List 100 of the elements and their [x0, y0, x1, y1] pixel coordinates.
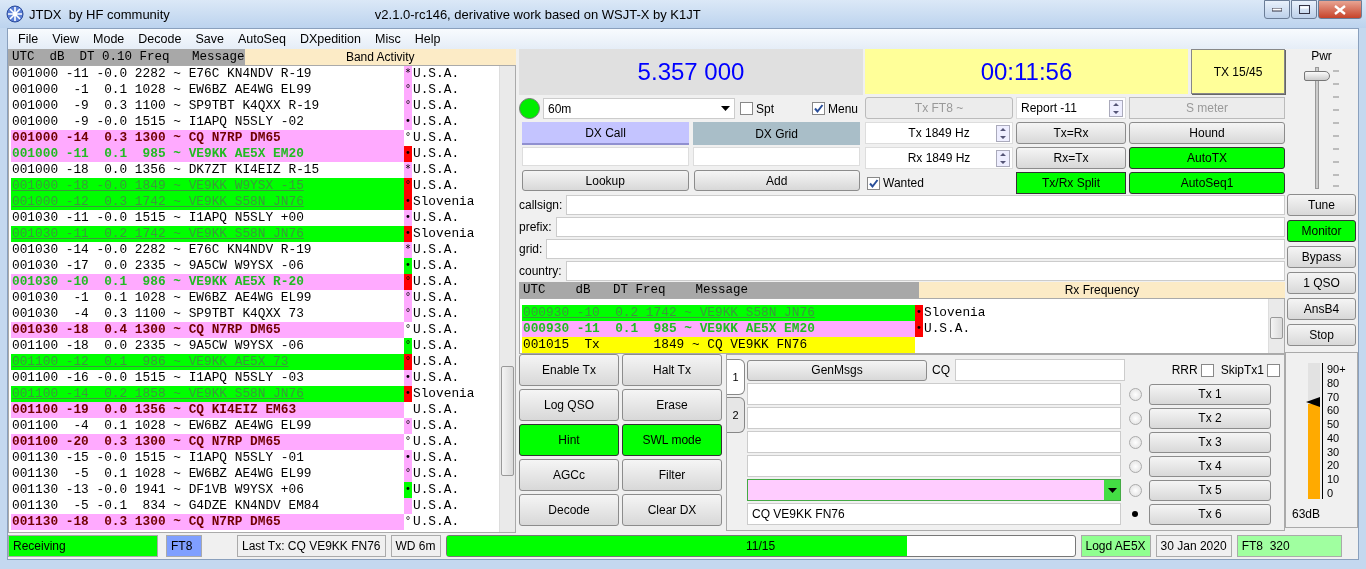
lookup-button[interactable]: Lookup	[522, 170, 689, 191]
marker: •	[404, 482, 412, 498]
tx-frequency-spin-box[interactable]: Tx 1849 Hz	[865, 122, 1013, 144]
decode-line[interactable]: 001100 -4 0.1 1028 ~ EW6BZ AE4WG EL99	[11, 418, 404, 434]
tx-button[interactable]: Tx 2	[1149, 407, 1271, 429]
scrollbar[interactable]	[499, 66, 515, 532]
side-button[interactable]: Stop	[1287, 324, 1356, 346]
menu-item[interactable]: Decode	[131, 30, 189, 48]
control-button[interactable]: AutoTX	[1129, 147, 1285, 169]
menu-item[interactable]: View	[45, 30, 87, 48]
side-button[interactable]: Tune	[1287, 194, 1356, 216]
decode-line[interactable]: 001000 -18 0.0 1356 ~ DK7ZT KI4EIZ R-15	[11, 162, 404, 178]
action-button[interactable]: Decode	[519, 494, 619, 526]
close-button[interactable]	[1318, 0, 1362, 19]
country-name: U.S.A.	[412, 498, 460, 514]
spin-arrows-icon[interactable]	[1109, 100, 1123, 117]
tx-button[interactable]: Tx 3	[1149, 431, 1271, 453]
action-button[interactable]: AGCc	[519, 459, 619, 491]
lookup-field[interactable]	[565, 261, 1285, 281]
tx-button[interactable]: Tx 5	[1149, 479, 1271, 501]
checkbox[interactable]	[1267, 363, 1280, 377]
action-button[interactable]: Log QSO	[519, 389, 619, 421]
side-button[interactable]: Bypass	[1287, 246, 1356, 268]
menu-item[interactable]: Misc	[368, 30, 408, 48]
decode-line[interactable]: 001000 -9 0.3 1100 ~ SP9TBT K4QXX R-19	[11, 98, 404, 114]
power-slider[interactable]	[1303, 67, 1331, 189]
slider-label: Pwr	[1311, 49, 1332, 63]
decode-line[interactable]: 001030 -1 0.1 1028 ~ EW6BZ AE4WG EL99	[11, 290, 404, 306]
decode-line[interactable]: 001030 -17 0.0 2335 ~ 9A5CW W9YSX -06	[11, 258, 404, 274]
band-select[interactable]: 60m	[543, 98, 735, 119]
lookup-field[interactable]	[546, 239, 1285, 259]
action-button[interactable]: SWL mode	[622, 424, 722, 456]
side-button[interactable]: 1 QSO	[1287, 272, 1356, 294]
decode-line[interactable]: 001130 -13 -0.0 1941 ~ DF1VB W9YSX +06	[11, 482, 404, 498]
decode-line[interactable]: 001100 -16 -0.0 1515 ~ I1APQ N5SLY -03	[11, 370, 404, 386]
add-button[interactable]: Add	[693, 170, 860, 191]
side-button[interactable]: AnsB4	[1287, 298, 1356, 320]
spin-arrows-icon[interactable]	[996, 150, 1010, 167]
genmsgs-button[interactable]: GenMsgs	[747, 359, 927, 381]
control-button[interactable]: Tx/Rx Split	[1016, 172, 1126, 194]
decode-line[interactable]: 001000 -1 0.1 1028 ~ EW6BZ AE4WG EL99	[11, 82, 404, 98]
tx-button[interactable]: Tx 4	[1149, 455, 1271, 477]
rx-frequency-spin-box[interactable]: Rx 1849 Hz	[865, 147, 1013, 169]
decode-line[interactable]: 001000 -11 -0.0 2282 ~ E76C KN4NDV R-19	[11, 66, 404, 82]
menu-item[interactable]: Save	[188, 30, 231, 48]
decode-line[interactable]: 001130 -15 -0.0 1515 ~ I1APQ N5SLY -01	[11, 450, 404, 466]
menu-item[interactable]: File	[11, 30, 46, 48]
checkbox[interactable]	[1200, 363, 1214, 377]
lookup-field[interactable]	[566, 195, 1285, 215]
message-field[interactable]: CQ VE9KK FN76	[747, 503, 1121, 525]
message-field[interactable]	[747, 455, 1121, 477]
menu-item[interactable]: DXpedition	[292, 30, 369, 48]
decode-line[interactable]: 001030 -11 -0.0 1515 ~ I1APQ N5SLY +00	[11, 210, 404, 226]
checkbox[interactable]	[740, 102, 753, 115]
cq-field[interactable]	[955, 359, 1125, 381]
control-button[interactable]: Tx=Rx	[1016, 122, 1126, 144]
message-field[interactable]	[747, 407, 1121, 429]
control-button[interactable]: Hound	[1129, 122, 1285, 144]
side-button[interactable]: Monitor	[1287, 220, 1356, 242]
menu-item[interactable]: AutoSeq	[230, 30, 293, 48]
control-button[interactable]: AutoSeq1	[1129, 172, 1285, 194]
message-field[interactable]	[747, 431, 1121, 453]
report-spin-box[interactable]: Report -11	[1016, 97, 1126, 119]
checkbox[interactable]	[812, 102, 825, 115]
action-button[interactable]: Halt Tx	[622, 354, 722, 386]
column-header: UTC dB DT 0.10 Freq Message	[8, 49, 245, 65]
dx-call-field[interactable]	[522, 147, 689, 166]
decode-line[interactable]: 001100 -18 0.0 2335 ~ 9A5CW W9YSX -06	[11, 338, 404, 354]
action-button[interactable]: Erase	[622, 389, 722, 421]
decode-line[interactable]: 001000 -9 -0.0 1515 ~ I1APQ N5SLY -02	[11, 114, 404, 130]
tx-button[interactable]: Tx 1	[1149, 383, 1271, 405]
tx-button[interactable]: Tx 6	[1149, 503, 1271, 525]
decode-line[interactable]: 001130 -5 0.1 1028 ~ EW6BZ AE4WG EL99	[11, 466, 404, 482]
decode-line[interactable]: 001030 -14 -0.0 2282 ~ E76C KN4NDV R-19	[11, 242, 404, 258]
slider-thumb[interactable]	[1304, 71, 1330, 82]
message-tab[interactable]: 1	[727, 359, 745, 395]
country-name: U.S.A.	[412, 402, 460, 418]
dx-grid-field[interactable]	[693, 147, 860, 166]
marker: •	[404, 194, 412, 210]
message-field[interactable]	[747, 383, 1121, 405]
lookup-field[interactable]	[555, 217, 1285, 237]
marker: °	[404, 418, 412, 434]
action-button[interactable]: Hint	[519, 424, 619, 456]
spin-arrows-icon[interactable]	[996, 125, 1010, 142]
tx-period-button[interactable]: TX 15/45	[1191, 49, 1285, 94]
action-button[interactable]: Clear DX	[622, 494, 722, 526]
decode-line[interactable]: 001130 -5 -0.1 834 ~ G4DZE KN4NDV EM84	[11, 498, 404, 514]
checkbox[interactable]	[867, 176, 880, 190]
country-name: U.S.A.	[412, 178, 460, 194]
maximize-button[interactable]	[1291, 0, 1317, 19]
scrollbar[interactable]	[1268, 299, 1284, 353]
action-button[interactable]: Enable Tx	[519, 354, 619, 386]
panel-title: Rx Frequency	[919, 282, 1285, 298]
menu-item[interactable]: Help	[407, 30, 448, 48]
decode-line[interactable]: 001030 -4 0.3 1100 ~ SP9TBT K4QXX 73	[11, 306, 404, 322]
menu-item[interactable]: Mode	[86, 30, 132, 48]
message-tab[interactable]: 2	[727, 397, 745, 433]
minimize-button[interactable]	[1264, 0, 1290, 19]
control-button[interactable]: Rx=Tx	[1016, 147, 1126, 169]
action-button[interactable]: Filter	[622, 459, 722, 491]
